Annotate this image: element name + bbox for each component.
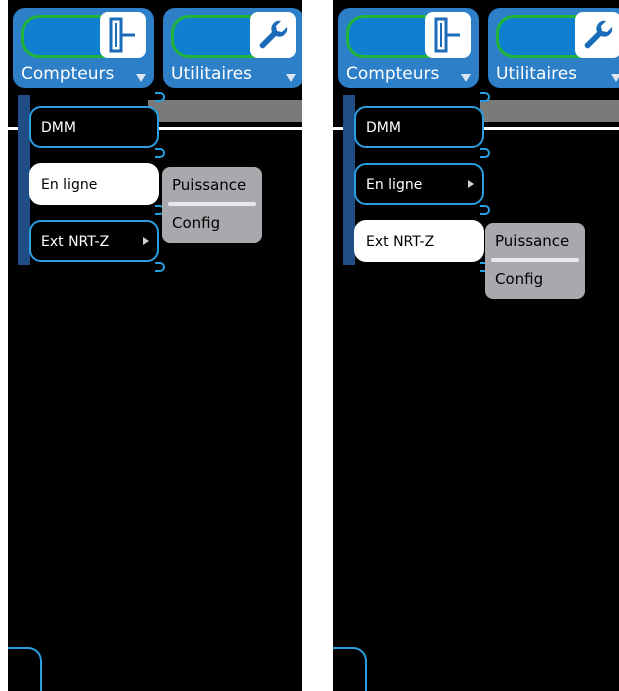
chevron-right-icon [143,237,149,245]
menu-item-label: DMM [41,120,76,136]
menu-connector [480,92,490,102]
menu-item-en-ligne[interactable]: En ligne [29,163,159,205]
meter-probe-icon [100,12,146,58]
menu-item-label: En ligne [41,177,98,193]
wrench-icon [250,12,296,58]
menu-item-ext-nrt-z[interactable]: Ext NRT-Z [29,220,159,262]
chevron-down-icon [611,74,619,82]
meter-probe-icon [425,12,471,58]
submenu-item-puissance[interactable]: Puissance [172,176,246,194]
tab-label: Utilitaires [171,64,253,84]
tab-label: Utilitaires [496,64,578,84]
submenu-item-puissance[interactable]: Puissance [495,232,569,250]
menu-connector [155,148,165,158]
submenu: Puissance Config [485,223,585,299]
chevron-down-icon [136,74,146,82]
chevron-right-icon [468,180,474,188]
header-bar [480,100,619,122]
header-bar [148,100,302,122]
tab-label: Compteurs [346,64,440,84]
menu-item-label: Ext NRT-Z [41,234,110,250]
bottom-corner-tab[interactable] [333,647,367,691]
menu-item-label: DMM [366,120,401,136]
submenu-separator [168,202,256,206]
submenu-item-config[interactable]: Config [495,270,543,288]
tab-utilitaires[interactable]: Utilitaires [488,8,619,88]
menu-connector [480,148,490,158]
menu-item-dmm[interactable]: DMM [354,106,484,148]
menu-connector [155,92,165,102]
menu-item-label: Ext NRT-Z [366,234,435,250]
screen-left: Compteurs Utilitaires DMM En ligne Ext N… [8,0,302,691]
bottom-corner-tab[interactable] [8,647,42,691]
chevron-down-icon [461,74,471,82]
menu-item-en-ligne[interactable]: En ligne [354,163,484,205]
menu-item-ext-nrt-z[interactable]: Ext NRT-Z [354,220,484,262]
menu-connector [155,262,165,272]
submenu: Puissance Config [162,167,262,243]
chevron-down-icon [286,74,296,82]
menu-item-label: En ligne [366,177,423,193]
wrench-icon [575,12,619,58]
menu-connector [480,205,490,215]
tab-label: Compteurs [21,64,115,84]
submenu-item-config[interactable]: Config [172,214,220,232]
screen-right: Compteurs Utilitaires DMM En ligne Ext N… [333,0,619,691]
tab-compteurs[interactable]: Compteurs [338,8,479,88]
menu-item-dmm[interactable]: DMM [29,106,159,148]
tab-utilitaires[interactable]: Utilitaires [163,8,302,88]
submenu-separator [491,258,579,262]
tab-compteurs[interactable]: Compteurs [13,8,154,88]
